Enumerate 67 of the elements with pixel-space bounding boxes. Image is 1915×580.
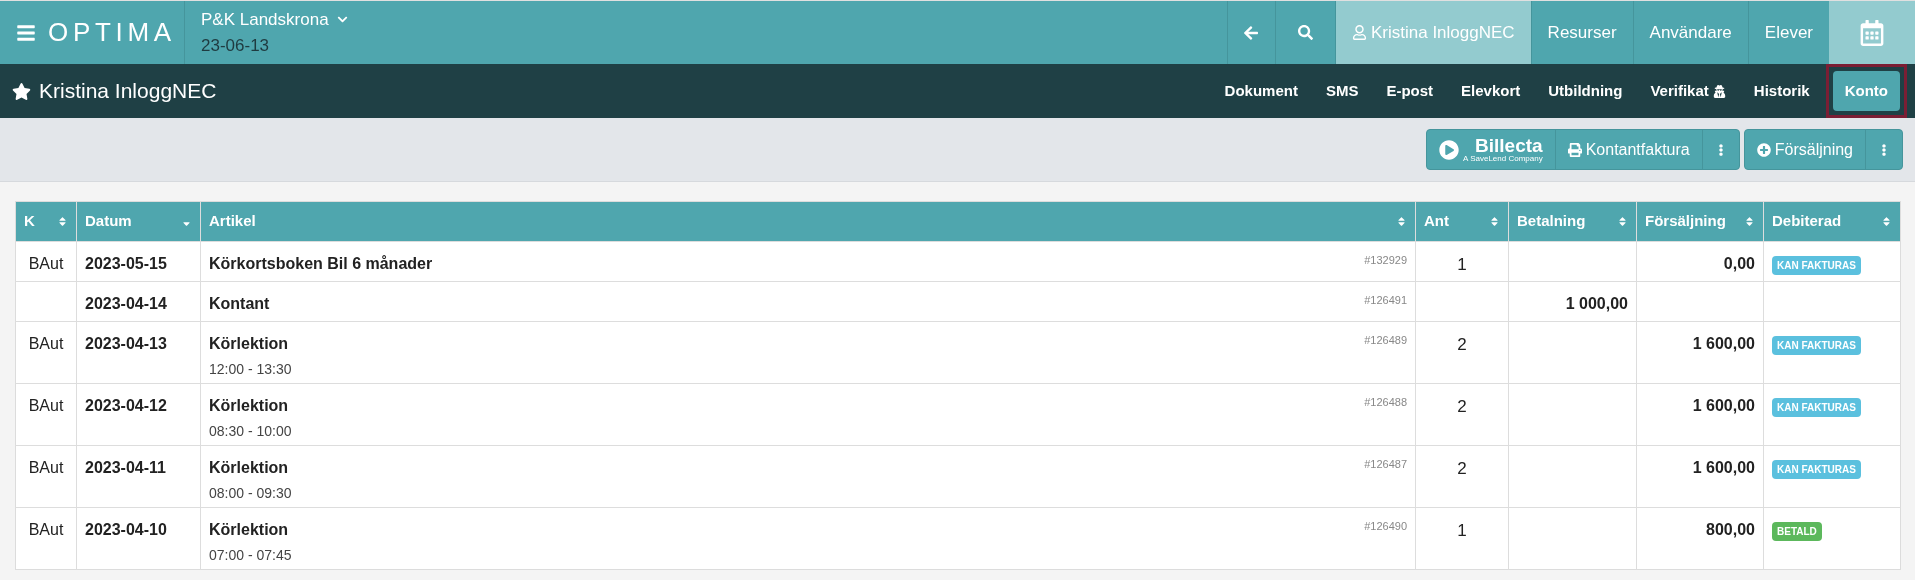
reference-number: #126489 xyxy=(1364,333,1407,348)
table-cell: 800,00 xyxy=(1706,521,1755,538)
article-name: Körlektion xyxy=(209,396,289,416)
table-cell: 2023-04-10 xyxy=(85,521,167,538)
table-cell: 1 600,00 xyxy=(1692,397,1755,414)
table-cell: 1 600,00 xyxy=(1692,459,1755,476)
status-badge: KAN FAKTURAS xyxy=(1772,256,1861,275)
column-header[interactable]: Betalning xyxy=(1508,201,1637,242)
reference-number: #126488 xyxy=(1364,395,1407,410)
table-cell: BAut xyxy=(28,335,64,352)
tab[interactable]: Konto xyxy=(1832,70,1900,112)
tab[interactable]: Dokument xyxy=(1212,70,1310,112)
table-cell: 2023-04-14 xyxy=(85,295,167,312)
current-date: 23-06-13 xyxy=(201,34,270,57)
reference-number: #132929 xyxy=(1364,253,1407,268)
user-menu-button[interactable]: Kristina InloggNEC xyxy=(1335,1,1531,64)
article-name: Körlektion xyxy=(209,520,289,540)
status-badge: BETALD xyxy=(1772,522,1822,541)
column-header[interactable]: Försäljning xyxy=(1636,201,1764,242)
article-name: Körlektion xyxy=(209,458,289,478)
billecta-logo: Billecta xyxy=(1475,136,1543,155)
article-name: Körkortsboken Bil 6 månader xyxy=(209,254,433,274)
tab[interactable]: Historik xyxy=(1741,70,1822,112)
page-title: Kristina InloggNEC xyxy=(39,78,217,105)
tab[interactable]: Elevkort xyxy=(1449,70,1533,112)
logo: OPTIMA xyxy=(48,16,176,49)
time-range: 12:00 - 13:30 xyxy=(209,360,292,379)
column-header[interactable]: K xyxy=(15,201,77,242)
column-header[interactable]: Datum xyxy=(76,201,201,242)
table-cell: 2 xyxy=(1457,335,1467,354)
reference-number: #126491 xyxy=(1364,293,1407,308)
time-range: 08:00 - 09:30 xyxy=(209,484,292,503)
tab[interactable]: Utbildning xyxy=(1536,70,1635,112)
status-badge: KAN FAKTURAS xyxy=(1772,398,1861,417)
column-header[interactable]: Artikel xyxy=(200,201,1416,242)
time-range: 07:00 - 07:45 xyxy=(209,546,292,565)
time-range: 08:30 - 10:00 xyxy=(209,422,292,441)
table-cell: BAut xyxy=(28,397,64,414)
table-cell: 1 xyxy=(1457,521,1467,540)
cash-invoice-button[interactable]: Kontantfaktura xyxy=(1555,130,1703,169)
billecta-tagline: A SaveLend Company xyxy=(1463,155,1543,163)
status-badge: KAN FAKTURAS xyxy=(1772,460,1861,479)
table-cell: BAut xyxy=(28,459,64,476)
tab[interactable]: E-post xyxy=(1374,70,1446,112)
article-name: Kontant xyxy=(209,294,270,314)
location-dropdown[interactable]: P&K Landskrona xyxy=(201,7,348,33)
table-cell: 1 xyxy=(1457,255,1467,274)
table-cell: 2 xyxy=(1457,397,1467,416)
table-cell: 0,00 xyxy=(1723,255,1755,272)
table-cell: 2023-04-12 xyxy=(85,397,167,414)
table-cell: 2023-04-13 xyxy=(85,335,167,352)
reference-number: #126490 xyxy=(1364,519,1407,534)
tab[interactable]: Verifikat xyxy=(1638,70,1738,112)
table-cell: 1 600,00 xyxy=(1692,335,1755,352)
table-cell: 1 000,00 xyxy=(1565,295,1628,312)
table-cell: 2023-05-15 xyxy=(85,255,167,272)
article-name: Körlektion xyxy=(209,334,289,354)
table-cell: BAut xyxy=(28,521,64,538)
billecta-button[interactable]: Billecta A SaveLend Company xyxy=(1427,130,1556,169)
column-header[interactable]: Ant xyxy=(1415,201,1509,242)
table-cell: 2023-04-11 xyxy=(85,459,166,476)
column-header[interactable]: Debiterad xyxy=(1763,201,1901,242)
status-badge: KAN FAKTURAS xyxy=(1772,336,1861,355)
table-cell: BAut xyxy=(28,255,64,272)
table-cell: 2 xyxy=(1457,459,1467,478)
reference-number: #126487 xyxy=(1364,457,1407,472)
tab[interactable]: SMS xyxy=(1313,70,1371,112)
